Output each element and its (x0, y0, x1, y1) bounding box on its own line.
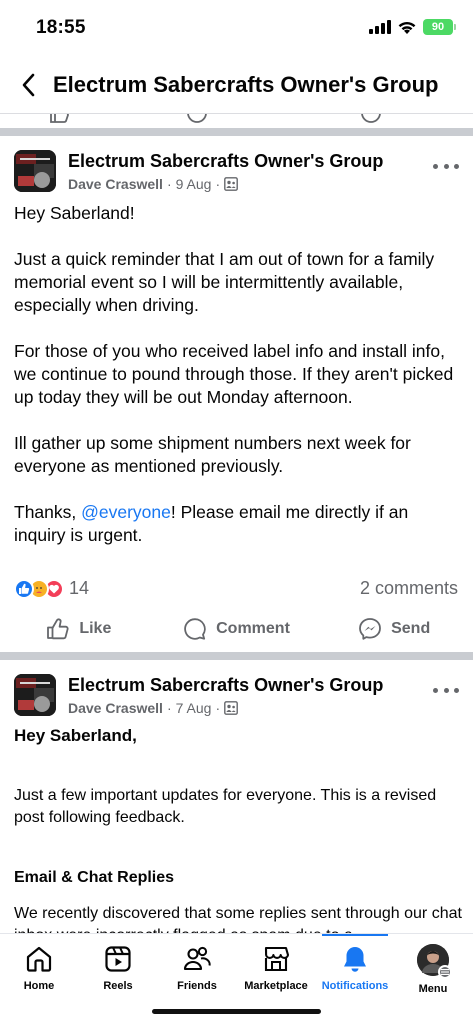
comment-icon-partial (187, 114, 207, 123)
reaction-count: 14 (69, 578, 90, 598)
post-paragraph: We recently discovered that some replies… (14, 905, 462, 933)
home-indicator (152, 1009, 321, 1014)
battery-indicator: 90 (423, 19, 456, 35)
battery-level: 90 (431, 21, 445, 33)
like-reaction-icon (14, 578, 34, 599)
profile-avatar (417, 944, 452, 979)
nav-home[interactable]: Home (0, 944, 79, 992)
nav-home-label: Home (23, 980, 55, 992)
group-audience-icon (224, 701, 239, 715)
post-paragraph: Thanks, @everyone! Please email me direc… (14, 501, 464, 547)
home-icon (26, 946, 52, 972)
send-icon-partial (361, 114, 381, 123)
feed-divider (0, 128, 473, 136)
post-date[interactable]: 9 Aug (176, 176, 212, 192)
text-span: Thanks, (14, 502, 82, 522)
meta-separator: · (166, 176, 172, 192)
nav-marketplace-label: Marketplace (244, 980, 308, 992)
previous-post-remnant (0, 114, 473, 128)
feed-divider (0, 652, 473, 660)
post-group-name[interactable]: Electrum Sabercrafts Owner's Group (68, 675, 383, 696)
messenger-icon (359, 618, 382, 640)
wifi-icon (398, 21, 416, 34)
meta-separator: · (215, 176, 221, 192)
post-card: Electrum Sabercrafts Owner's Group Dave … (0, 136, 473, 652)
post-card: Electrum Sabercrafts Owner's Group Dave … (0, 660, 473, 933)
post-paragraph: Ill gather up some shipment numbers next… (14, 433, 411, 476)
post-greeting: Hey Saberland, (14, 726, 137, 745)
meta-separator: · (166, 700, 172, 716)
post-author[interactable]: Dave Craswell (68, 700, 163, 716)
nav-friends-label: Friends (177, 980, 217, 992)
nav-notifications[interactable]: Notifications (315, 944, 395, 992)
like-button[interactable]: Like (0, 609, 158, 649)
like-icon (47, 618, 69, 640)
meta-separator: · (215, 700, 221, 716)
comment-icon (184, 618, 206, 640)
comment-button[interactable]: Comment (158, 609, 316, 649)
group-audience-icon (224, 177, 239, 191)
nav-reels-label: Reels (103, 980, 133, 992)
send-label: Send (391, 620, 431, 637)
post-body: Hey Saberland! Just a quick reminder tha… (14, 202, 464, 570)
reels-icon (105, 946, 131, 972)
post-date[interactable]: 7 Aug (176, 700, 212, 716)
post-paragraph: Just a few important updates for everyon… (14, 787, 437, 826)
post-options-button[interactable] (433, 156, 459, 176)
post-greeting: Hey Saberland! (14, 203, 135, 223)
reactions-summary[interactable]: 14 (14, 578, 89, 599)
post-actions: Like Comment Send (0, 609, 473, 649)
section-heading: Email & Chat Replies (14, 869, 175, 886)
signal-icon (369, 20, 391, 34)
group-avatar[interactable] (14, 150, 56, 192)
friends-icon (183, 946, 211, 971)
status-bar: 18:55 90 (0, 0, 473, 56)
send-button[interactable]: Send (315, 609, 473, 649)
nav-marketplace[interactable]: Marketplace (236, 944, 316, 992)
nav-menu[interactable]: Menu (393, 944, 473, 995)
status-time: 18:55 (36, 17, 86, 38)
post-meta: Dave Craswell · 7 Aug · (68, 700, 239, 716)
nav-friends[interactable]: Friends (157, 944, 237, 992)
nav-notifications-label: Notifications (321, 980, 389, 992)
nav-reels[interactable]: Reels (78, 944, 158, 992)
status-icons: 90 (369, 19, 456, 35)
marketplace-icon (264, 946, 290, 972)
chevron-left-icon (22, 73, 35, 97)
group-photo-image (14, 674, 56, 716)
post-meta: Dave Craswell · 9 Aug · (68, 176, 239, 192)
mention-link[interactable]: @everyone (81, 502, 171, 522)
post-options-button[interactable] (433, 680, 459, 700)
bell-icon (344, 947, 366, 972)
post-author[interactable]: Dave Craswell (68, 176, 163, 192)
group-avatar[interactable] (14, 674, 56, 716)
active-tab-indicator (322, 934, 388, 936)
menu-badge-icon (438, 965, 452, 979)
top-header: Electrum Sabercrafts Owner's Group (0, 58, 473, 114)
like-label: Like (79, 620, 112, 637)
comment-label: Comment (216, 620, 290, 637)
group-photo-image (14, 150, 56, 192)
nav-menu-label: Menu (418, 983, 448, 995)
back-button[interactable] (14, 70, 42, 100)
page-title: Electrum Sabercrafts Owner's Group (53, 72, 439, 97)
post-group-name[interactable]: Electrum Sabercrafts Owner's Group (68, 151, 383, 172)
like-icon-partial (50, 114, 69, 123)
post-paragraph: Just a quick reminder that I am out of t… (14, 249, 435, 315)
post-paragraph: For those of you who received label info… (14, 341, 454, 407)
comments-count-link[interactable]: 2 comments (360, 578, 458, 599)
